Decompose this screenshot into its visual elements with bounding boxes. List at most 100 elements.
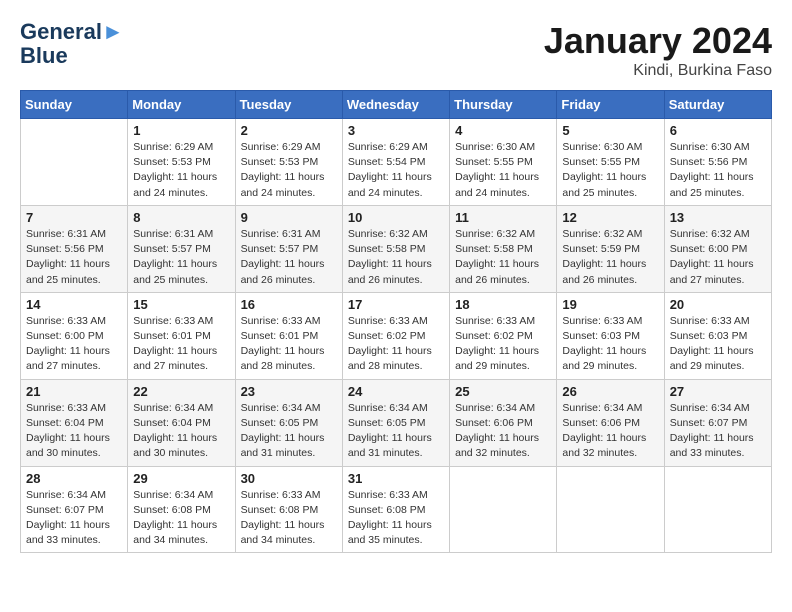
calendar-cell: 5Sunrise: 6:30 AM Sunset: 5:55 PM Daylig… [557,119,664,206]
calendar-cell: 17 Sunrise: 6:33 AM Sunset: 6:02 PM Dayli… [342,292,449,379]
day-number: 19 [562,297,658,312]
day-info: Sunrise: 6:33 AM Sunset: 6:00 PM Dayligh… [26,314,122,375]
calendar-cell: 28 Sunrise: 6:34 AM Sunset: 6:07 PM Dayli… [21,466,128,553]
calendar-header: SundayMondayTuesdayWednesdayThursdayFrid… [21,91,772,119]
calendar-cell: 30 Sunrise: 6:33 AM Sunset: 6:08 PM Dayli… [235,466,342,553]
day-info: Sunrise: 6:33 AM Sunset: 6:02 PM Dayligh… [455,314,551,375]
day-number: 2 [241,123,337,138]
day-number: 26 [562,384,658,399]
day-info: Sunrise: 6:33 AM Sunset: 6:03 PM Dayligh… [670,314,766,375]
calendar-cell: 3Sunrise: 6:29 AM Sunset: 5:54 PM Daylig… [342,119,449,206]
day-info: Sunrise: 6:32 AM Sunset: 5:58 PM Dayligh… [455,227,551,288]
calendar-cell: 18 Sunrise: 6:33 AM Sunset: 6:02 PM Dayli… [450,292,557,379]
day-info: Sunrise: 6:34 AM Sunset: 6:04 PM Dayligh… [133,401,229,462]
calendar-cell: 9Sunrise: 6:31 AM Sunset: 5:57 PM Daylig… [235,205,342,292]
day-number: 27 [670,384,766,399]
day-info: Sunrise: 6:34 AM Sunset: 6:06 PM Dayligh… [562,401,658,462]
day-number: 16 [241,297,337,312]
day-number: 17 [348,297,444,312]
day-number: 13 [670,210,766,225]
day-number: 7 [26,210,122,225]
weekday-header: Friday [557,91,664,119]
calendar-table: SundayMondayTuesdayWednesdayThursdayFrid… [20,90,772,553]
weekday-header: Saturday [664,91,771,119]
day-info: Sunrise: 6:32 AM Sunset: 5:58 PM Dayligh… [348,227,444,288]
calendar-cell: 21 Sunrise: 6:33 AM Sunset: 6:04 PM Dayli… [21,379,128,466]
main-title: January 2024 [544,20,772,62]
calendar-cell: 24 Sunrise: 6:34 AM Sunset: 6:05 PM Dayli… [342,379,449,466]
calendar-cell: 29 Sunrise: 6:34 AM Sunset: 6:08 PM Dayli… [128,466,235,553]
calendar-week: 21 Sunrise: 6:33 AM Sunset: 6:04 PM Dayli… [21,379,772,466]
calendar-cell [664,466,771,553]
day-info: Sunrise: 6:32 AM Sunset: 6:00 PM Dayligh… [670,227,766,288]
day-number: 1 [133,123,229,138]
day-number: 10 [348,210,444,225]
calendar-cell: 31 Sunrise: 6:33 AM Sunset: 6:08 PM Dayli… [342,466,449,553]
day-info: Sunrise: 6:33 AM Sunset: 6:08 PM Dayligh… [241,488,337,549]
day-number: 21 [26,384,122,399]
day-number: 31 [348,471,444,486]
day-info: Sunrise: 6:33 AM Sunset: 6:08 PM Dayligh… [348,488,444,549]
day-number: 28 [26,471,122,486]
calendar-body: 1 Sunrise: 6:29 AM Sunset: 5:53 PM Daylig… [21,119,772,553]
day-number: 11 [455,210,551,225]
logo: General►Blue [20,20,124,68]
day-number: 20 [670,297,766,312]
logo-text: General►Blue [20,20,124,68]
calendar-cell: 7 Sunrise: 6:31 AM Sunset: 5:56 PM Daylig… [21,205,128,292]
title-block: January 2024 Kindi, Burkina Faso [544,20,772,80]
day-number: 4 [455,123,551,138]
day-info: Sunrise: 6:30 AM Sunset: 5:55 PM Dayligh… [455,140,551,201]
day-info: Sunrise: 6:33 AM Sunset: 6:04 PM Dayligh… [26,401,122,462]
day-number: 15 [133,297,229,312]
calendar-cell: 27Sunrise: 6:34 AM Sunset: 6:07 PM Dayli… [664,379,771,466]
calendar-cell: 22 Sunrise: 6:34 AM Sunset: 6:04 PM Dayli… [128,379,235,466]
calendar-cell [557,466,664,553]
calendar-cell: 15 Sunrise: 6:33 AM Sunset: 6:01 PM Dayli… [128,292,235,379]
day-number: 14 [26,297,122,312]
day-number: 12 [562,210,658,225]
calendar-cell [21,119,128,206]
calendar-week: 7 Sunrise: 6:31 AM Sunset: 5:56 PM Daylig… [21,205,772,292]
day-number: 29 [133,471,229,486]
day-info: Sunrise: 6:29 AM Sunset: 5:53 PM Dayligh… [241,140,337,201]
calendar-cell: 26 Sunrise: 6:34 AM Sunset: 6:06 PM Dayli… [557,379,664,466]
day-number: 22 [133,384,229,399]
day-number: 25 [455,384,551,399]
day-info: Sunrise: 6:33 AM Sunset: 6:01 PM Dayligh… [133,314,229,375]
day-info: Sunrise: 6:33 AM Sunset: 6:01 PM Dayligh… [241,314,337,375]
day-info: Sunrise: 6:34 AM Sunset: 6:08 PM Dayligh… [133,488,229,549]
day-number: 24 [348,384,444,399]
day-info: Sunrise: 6:34 AM Sunset: 6:06 PM Dayligh… [455,401,551,462]
calendar-cell: 25 Sunrise: 6:34 AM Sunset: 6:06 PM Dayli… [450,379,557,466]
weekday-row: SundayMondayTuesdayWednesdayThursdayFrid… [21,91,772,119]
calendar-cell: 14 Sunrise: 6:33 AM Sunset: 6:00 PM Dayli… [21,292,128,379]
day-info: Sunrise: 6:32 AM Sunset: 5:59 PM Dayligh… [562,227,658,288]
calendar-cell: 20 Sunrise: 6:33 AM Sunset: 6:03 PM Dayli… [664,292,771,379]
day-info: Sunrise: 6:34 AM Sunset: 6:07 PM Dayligh… [26,488,122,549]
calendar-cell: 23Sunrise: 6:34 AM Sunset: 6:05 PM Dayli… [235,379,342,466]
day-info: Sunrise: 6:31 AM Sunset: 5:56 PM Dayligh… [26,227,122,288]
calendar-cell: 16 Sunrise: 6:33 AM Sunset: 6:01 PM Dayli… [235,292,342,379]
calendar-cell: 6Sunrise: 6:30 AM Sunset: 5:56 PM Daylig… [664,119,771,206]
page-header: General►Blue January 2024 Kindi, Burkina… [20,20,772,80]
day-info: Sunrise: 6:31 AM Sunset: 5:57 PM Dayligh… [241,227,337,288]
calendar-week: 28 Sunrise: 6:34 AM Sunset: 6:07 PM Dayli… [21,466,772,553]
day-number: 30 [241,471,337,486]
weekday-header: Monday [128,91,235,119]
subtitle: Kindi, Burkina Faso [544,62,772,80]
calendar-cell: 12 Sunrise: 6:32 AM Sunset: 5:59 PM Dayli… [557,205,664,292]
day-info: Sunrise: 6:29 AM Sunset: 5:53 PM Dayligh… [133,140,229,201]
calendar-cell: 13 Sunrise: 6:32 AM Sunset: 6:00 PM Dayli… [664,205,771,292]
day-number: 18 [455,297,551,312]
day-info: Sunrise: 6:30 AM Sunset: 5:56 PM Dayligh… [670,140,766,201]
day-number: 5 [562,123,658,138]
calendar-cell: 8Sunrise: 6:31 AM Sunset: 5:57 PM Daylig… [128,205,235,292]
calendar-cell: 1 Sunrise: 6:29 AM Sunset: 5:53 PM Daylig… [128,119,235,206]
weekday-header: Tuesday [235,91,342,119]
day-info: Sunrise: 6:34 AM Sunset: 6:05 PM Dayligh… [348,401,444,462]
calendar-week: 1 Sunrise: 6:29 AM Sunset: 5:53 PM Daylig… [21,119,772,206]
calendar-cell: 4 Sunrise: 6:30 AM Sunset: 5:55 PM Daylig… [450,119,557,206]
day-info: Sunrise: 6:33 AM Sunset: 6:02 PM Dayligh… [348,314,444,375]
weekday-header: Wednesday [342,91,449,119]
